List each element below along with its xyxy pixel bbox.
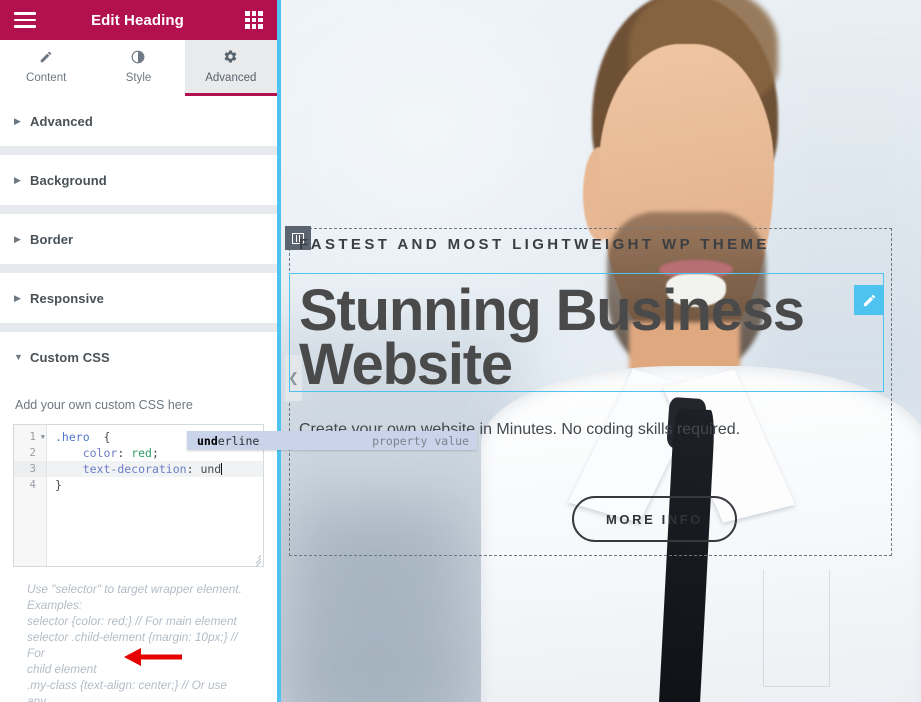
code-line-3: text-decoration: und	[47, 461, 263, 477]
tab-style[interactable]: Style	[92, 40, 185, 96]
tab-advanced-label: Advanced	[205, 72, 257, 84]
hero-eyebrow: FASTEST AND MOST LIGHTWEIGHT WP THEME	[299, 236, 770, 253]
custom-css-intro-label: Add your own custom CSS here	[15, 398, 193, 412]
chevron-down-icon: ▼	[14, 351, 23, 362]
section-divider	[0, 205, 277, 214]
help-line: child element	[27, 662, 97, 676]
help-line: Examples:	[27, 598, 83, 612]
line-number-text: 4	[29, 478, 36, 491]
more-info-button[interactable]: MORE INFO	[572, 496, 737, 542]
help-line: selector .child-element {margin: 10px;} …	[27, 630, 238, 660]
tab-style-label: Style	[125, 71, 152, 84]
tab-content[interactable]: Content	[0, 40, 93, 96]
autocomplete-prefix: und	[197, 433, 218, 448]
hero-heading-line1: Stunning Business	[299, 278, 805, 343]
section-responsive-label: Responsive	[30, 290, 104, 306]
section-custom-css-label: Custom CSS	[30, 349, 110, 365]
hero-heading[interactable]: Stunning Business Website	[299, 278, 861, 397]
css-autocomplete-popup[interactable]: underline property value	[187, 431, 477, 450]
autocomplete-kind-label: property value	[372, 433, 469, 448]
css-brace-close: }	[55, 478, 62, 492]
css-property: text-decoration	[82, 462, 187, 476]
line-number-text: 2	[29, 446, 36, 459]
fold-toggle-icon[interactable]: ▼	[41, 429, 45, 445]
css-colon: :	[186, 462, 194, 476]
chevron-right-icon: ▶	[14, 115, 21, 126]
gear-icon	[223, 49, 238, 66]
tab-content-label: Content	[26, 71, 67, 84]
contrast-circle-icon	[131, 50, 145, 66]
chevron-right-icon: ▶	[14, 174, 21, 185]
pencil-edit-icon[interactable]	[854, 285, 884, 315]
section-divider	[0, 264, 277, 273]
css-property: color	[82, 446, 118, 460]
section-background[interactable]: ▶ Background	[0, 155, 277, 205]
editor-gutter: 1 ▼ 2 3 4	[14, 425, 47, 566]
grid-apps-icon[interactable]	[245, 11, 263, 29]
custom-css-help-text: Use "selector" to target wrapper element…	[13, 567, 264, 702]
page-preview: ❮ FASTEST AND MOST LIGHTWEIGHT WP THEME …	[277, 0, 921, 702]
help-line: .my-class {text-align: center;} // Or us…	[27, 678, 227, 702]
css-selector: .hero	[55, 430, 90, 444]
code-line-4: }	[47, 477, 263, 493]
css-semicolon: ;	[151, 446, 159, 460]
section-custom-css[interactable]: ▼ Custom CSS	[0, 332, 277, 666]
section-divider	[0, 146, 277, 155]
line-number-text: 1	[29, 430, 36, 443]
help-line: selector {color: red;} // For main eleme…	[27, 614, 237, 628]
hero-content: FASTEST AND MOST LIGHTWEIGHT WP THEME	[299, 236, 881, 253]
section-border[interactable]: ▶ Border	[0, 214, 277, 264]
pencil-icon	[39, 50, 53, 66]
hero-heading-line2: Website	[299, 332, 513, 397]
chevron-right-icon: ▶	[14, 233, 21, 244]
elementor-editor-screen: Edit Heading Content Style Advanced ▶ Ad…	[0, 0, 921, 702]
page-title: Edit Heading	[91, 11, 184, 29]
editor-resize-handle[interactable]	[248, 551, 262, 566]
css-brace-open: {	[103, 430, 111, 444]
hamburger-icon[interactable]	[14, 12, 36, 28]
panel-tabs: Content Style Advanced	[0, 40, 277, 96]
text-cursor	[221, 463, 223, 475]
autocomplete-suggestion[interactable]: underline	[197, 434, 259, 448]
editor-panel: Edit Heading Content Style Advanced ▶ Ad…	[0, 0, 277, 702]
section-advanced[interactable]: ▶ Advanced	[0, 96, 277, 146]
section-divider	[0, 323, 277, 332]
custom-css-body: Add your own custom CSS here 1 ▼ 2 3 4 .h…	[0, 382, 277, 702]
accordion-sections: ▶ Advanced ▶ Background ▶ Border ▶ Respo…	[0, 96, 277, 666]
autocomplete-rest: erline	[217, 433, 260, 448]
line-number-text: 3	[29, 462, 36, 475]
line-number: 2	[14, 445, 46, 461]
tab-advanced[interactable]: Advanced	[184, 40, 277, 96]
panel-header: Edit Heading	[0, 0, 277, 40]
section-border-label: Border	[30, 231, 74, 247]
section-advanced-label: Advanced	[30, 113, 93, 129]
line-number: 3	[14, 461, 46, 477]
help-line: Use "selector" to target wrapper element…	[27, 582, 242, 596]
css-colon: :	[117, 446, 125, 460]
css-value-partial: und	[200, 462, 222, 476]
line-number: 4	[14, 477, 46, 493]
line-number: 1 ▼	[14, 429, 46, 445]
section-responsive[interactable]: ▶ Responsive	[0, 273, 277, 557]
section-background-label: Background	[30, 172, 107, 188]
chevron-right-icon: ▶	[14, 292, 21, 303]
css-value: red	[131, 446, 152, 460]
